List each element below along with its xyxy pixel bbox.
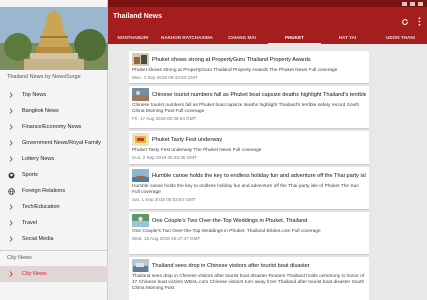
- drawer-header-image: [0, 7, 108, 70]
- chevron-right-icon: [0, 92, 22, 98]
- drawer-item-social-media[interactable]: Social Media: [0, 231, 108, 247]
- news-summary: One Couple's Two Over-the-Top Weddings i…: [132, 229, 321, 234]
- tab-phuket[interactable]: PHUKET: [268, 31, 321, 44]
- news-summary: Chinese tourist numbers fall as Phuket b…: [132, 103, 360, 115]
- chevron-right-icon: [0, 204, 22, 210]
- news-thumbnail: [132, 169, 149, 182]
- news-title[interactable]: Thailand sees drop in Chinese visitors a…: [152, 263, 310, 269]
- chevron-right-icon: [0, 140, 22, 146]
- drawer-item-bangkok-news[interactable]: Bangkok News: [0, 103, 108, 119]
- drawer-section-title: City News: [7, 255, 32, 261]
- chevron-right-icon: [0, 108, 22, 114]
- tab-chiang-mai[interactable]: CHIANG MAI: [216, 31, 268, 44]
- tab-nonthaburi[interactable]: NONTHABURI: [108, 31, 158, 44]
- news-card[interactable]: Chinese tourist numbers fall as Phuket b…: [129, 86, 369, 128]
- news-summary: Phuket shows strong at PropertyGuru Thai…: [132, 68, 338, 73]
- drawer-item-lottery-news[interactable]: Lottery News: [0, 151, 108, 167]
- news-summary: Thailand sees drop in Chinese visitors a…: [132, 274, 365, 292]
- navigation-drawer: Thailand News by NewsSurge Top News Bang…: [0, 0, 108, 300]
- drawer-item-label: Finance/Economy News: [22, 124, 82, 130]
- drawer-item-label: Social Media: [22, 236, 54, 242]
- city-tabs: NONTHABURI NAKHON RATCHASIMA CHIANG MAI …: [108, 31, 427, 44]
- app-bar-actions: [401, 13, 421, 31]
- news-date: Wed, 15 Aug 2018 19:47:47 GMT: [132, 236, 201, 242]
- drawer-item-label: City News: [22, 271, 47, 277]
- tab-nakhon-ratchasima[interactable]: NAKHON RATCHASIMA: [158, 31, 216, 44]
- drawer-item-sports[interactable]: Sports: [0, 167, 108, 183]
- news-thumbnail: [132, 53, 149, 66]
- drawer-item-label: Travel: [22, 220, 38, 226]
- drawer-section-title: Thailand News by NewsSurge: [7, 74, 81, 80]
- news-title[interactable]: Humble canoe holds the key to endless ho…: [152, 173, 366, 179]
- news-thumbnail: [132, 214, 149, 227]
- tab-udon-thani[interactable]: UDON THANI: [374, 31, 427, 44]
- drawer-item-city-news[interactable]: City News: [0, 266, 108, 282]
- overflow-menu-icon[interactable]: [418, 13, 421, 31]
- news-thumbnail: [132, 133, 149, 146]
- drawer-item-label: Top News: [22, 92, 47, 98]
- chevron-right-icon: [0, 236, 22, 242]
- globe-icon: [0, 187, 22, 195]
- chevron-right-icon: [0, 220, 22, 226]
- chevron-right-icon: [0, 271, 22, 277]
- news-card[interactable]: One Couple's Two Over-the-Top Weddings i…: [129, 212, 369, 254]
- drawer-item-label: Foreign Relations: [22, 188, 66, 194]
- news-feed[interactable]: Phuket shows strong at PropertyGuru Thai…: [129, 48, 369, 300]
- news-date: Sat, 1 Sep 2018 05:03:54 GMT: [132, 197, 196, 203]
- drawer-item-government-news[interactable]: Government News/Royal Family: [0, 135, 108, 151]
- tab-hat-yai[interactable]: HAT YAI: [321, 31, 374, 44]
- chevron-right-icon: [0, 156, 22, 162]
- app-bar: Thailand News: [108, 7, 427, 31]
- news-card[interactable]: Phuket shows strong at PropertyGuru Thai…: [129, 51, 369, 83]
- news-title[interactable]: Phuket Tasty Fest underway: [152, 137, 222, 143]
- news-summary: Phuket Tasty Fest underway The Phuket Ne…: [132, 148, 262, 153]
- news-card[interactable]: Humble canoe holds the key to endless ho…: [129, 167, 369, 209]
- system-icons: [402, 0, 423, 7]
- news-date: Sun, 2 Sep 2018 08:45:35 GMT: [132, 155, 197, 161]
- news-thumbnail: [132, 259, 149, 272]
- news-title[interactable]: Phuket shows strong at PropertyGuru Thai…: [152, 57, 311, 63]
- drawer-item-tech-education[interactable]: Tech/Education: [0, 199, 108, 215]
- refresh-icon[interactable]: [401, 13, 409, 31]
- drawer-menu: Top News Bangkok News Finance/Economy Ne…: [0, 87, 108, 247]
- drawer-item-label: Sports: [22, 172, 38, 178]
- chevron-right-icon: [0, 124, 22, 130]
- drawer-item-finance-economy-news[interactable]: Finance/Economy News: [0, 119, 108, 135]
- drawer-item-label: Lottery News: [22, 156, 55, 162]
- news-title[interactable]: One Couple's Two Over-the-Top Weddings i…: [152, 218, 307, 224]
- news-card[interactable]: Thailand sees drop in Chinese visitors a…: [129, 257, 369, 300]
- drawer-item-foreign-relations[interactable]: Foreign Relations: [0, 183, 108, 199]
- drawer-item-label: Government News/Royal Family: [22, 140, 101, 146]
- news-date: Mon, 3 Sep 2018 09:44:53 GMT: [132, 75, 198, 81]
- soccer-ball-icon: [0, 172, 22, 179]
- app-title: Thailand News: [113, 13, 163, 20]
- drawer-divider: [0, 250, 108, 251]
- news-summary: Humble canoe holds the key to endless ho…: [132, 184, 359, 196]
- news-card[interactable]: Phuket Tasty Fest underway Phuket Tasty …: [129, 131, 369, 164]
- drawer-item-label: Tech/Education: [22, 204, 60, 210]
- drawer-item-label: Bangkok News: [22, 108, 59, 114]
- drawer-item-travel[interactable]: Travel: [0, 215, 108, 231]
- news-title[interactable]: Chinese tourist numbers fall as Phuket b…: [152, 92, 366, 98]
- drawer-item-top-news[interactable]: Top News: [0, 87, 108, 103]
- news-thumbnail: [132, 88, 149, 101]
- news-date: Fri, 17 Aug 2018 00:36:54 GMT: [132, 116, 197, 122]
